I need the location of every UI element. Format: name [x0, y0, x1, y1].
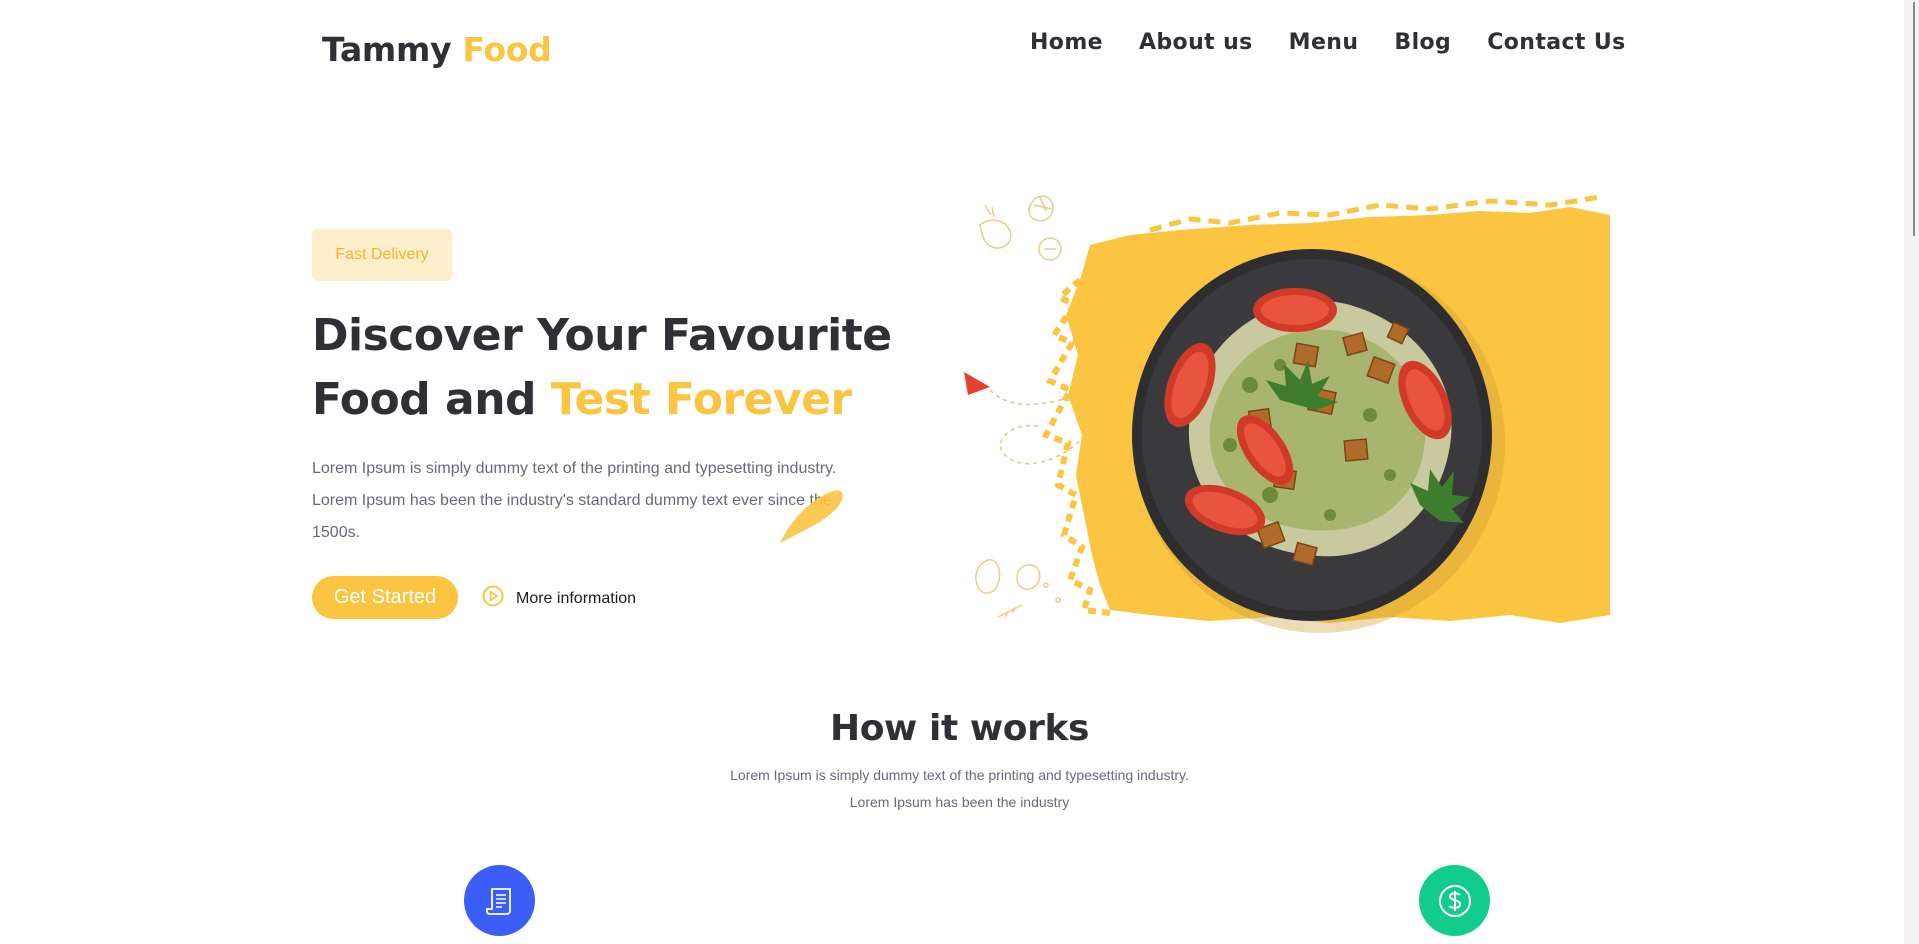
more-information-link[interactable]: More information [482, 585, 636, 612]
paper-plane [964, 372, 990, 395]
yellow-leaf-decoration [780, 490, 843, 543]
headline-line-2: Food and [312, 374, 537, 425]
nav-contact-us[interactable]: Contact Us [1487, 30, 1625, 55]
get-started-button[interactable]: Get Started [312, 576, 458, 619]
subtitle-line-2: Lorem Ipsum has been the industry [849, 794, 1070, 810]
step-icon-payment [1419, 865, 1490, 936]
logo-text-accent: Food [462, 30, 552, 69]
nav-blog[interactable]: Blog [1394, 30, 1451, 55]
logo-text-primary: Tammy [322, 30, 452, 69]
nav-about-us[interactable]: About us [1139, 30, 1253, 55]
hero-headline: Discover Your Favourite Food and Test Fo… [312, 304, 932, 432]
headline-highlight: Test Forever [550, 374, 852, 425]
page-scrollbar[interactable] [1904, 0, 1919, 944]
main-nav: Home About us Menu Blog Contact Us [1030, 30, 1626, 55]
hero-illustration [950, 185, 1630, 645]
site-logo[interactable]: Tammy Food [322, 30, 552, 69]
scrollbar-thumb[interactable] [1913, 2, 1915, 236]
receipt-icon [485, 887, 511, 915]
more-information-label: More information [516, 589, 637, 607]
how-it-works-title: How it works [829, 708, 1090, 749]
how-it-works-subtitle: Lorem Ipsum is simply dummy text of the … [0, 762, 1919, 816]
nav-menu[interactable]: Menu [1289, 30, 1359, 55]
play-circle-icon [482, 585, 504, 612]
dollar-icon [1438, 884, 1471, 917]
step-icon-order [464, 865, 535, 936]
nav-home[interactable]: Home [1030, 30, 1103, 55]
headline-line-1: Discover Your Favourite [312, 310, 892, 361]
fast-delivery-badge: Fast Delivery [312, 229, 452, 281]
subtitle-line-1: Lorem Ipsum is simply dummy text of the … [730, 767, 1189, 783]
